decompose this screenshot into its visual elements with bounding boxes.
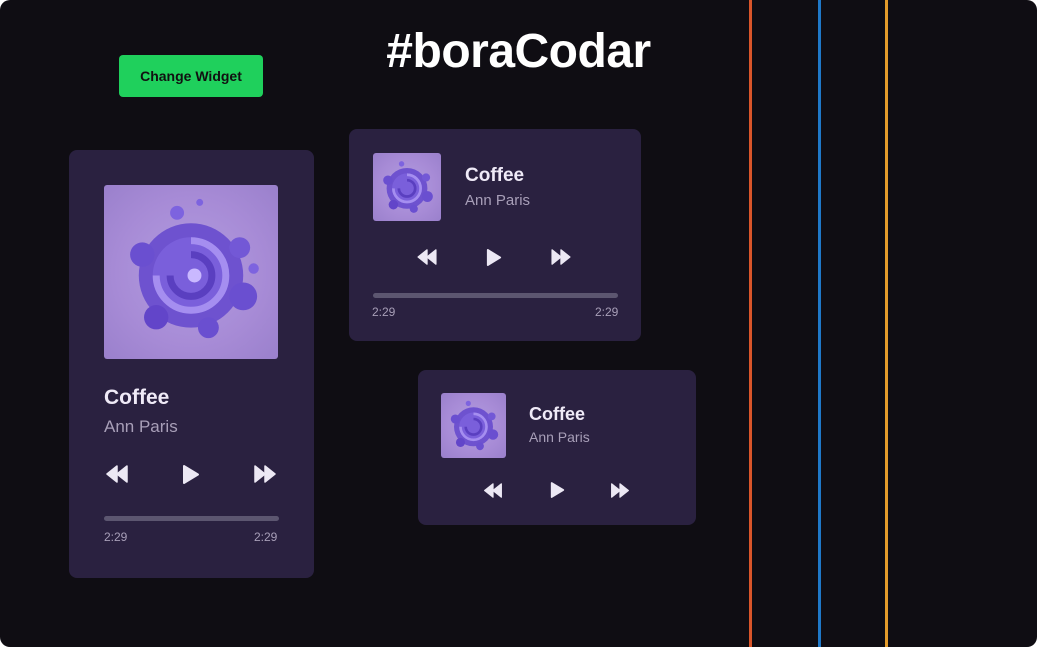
total-time: 2:29: [595, 305, 619, 319]
play-icon: [550, 482, 564, 498]
album-art-icon: [441, 393, 506, 458]
rewind-icon: [417, 249, 437, 265]
fast-forward-icon: [254, 465, 276, 483]
rewind-button[interactable]: [482, 480, 504, 500]
app-canvas: #boraCodar Change Widget Coffee Ann Pari…: [0, 0, 1037, 647]
decorative-line-red: [749, 0, 752, 647]
play-icon: [183, 464, 199, 484]
play-icon: [486, 248, 502, 266]
player-card-small: Coffee Ann Paris: [418, 370, 696, 525]
play-button[interactable]: [483, 246, 505, 268]
song-title: Coffee: [465, 165, 525, 186]
play-button[interactable]: [547, 480, 567, 500]
artist-name: Ann Paris: [465, 192, 531, 209]
current-time: 2:29: [372, 305, 396, 319]
progress-bar[interactable]: [104, 516, 279, 521]
fast-forward-button[interactable]: [609, 480, 631, 500]
change-widget-button[interactable]: Change Widget: [119, 55, 263, 97]
current-time: 2:29: [104, 530, 128, 544]
fast-forward-button[interactable]: [252, 462, 278, 486]
decorative-line-orange: [885, 0, 888, 647]
rewind-button[interactable]: [104, 462, 130, 486]
fast-forward-button[interactable]: [549, 246, 573, 268]
player-card-large: Coffee Ann Paris 2:29 2:29: [69, 150, 314, 578]
album-art-icon: [104, 185, 278, 359]
artist-name: Ann Paris: [529, 429, 590, 445]
progress-bar[interactable]: [373, 293, 618, 298]
album-art-icon: [373, 153, 441, 221]
play-button[interactable]: [179, 462, 203, 486]
rewind-icon: [484, 482, 502, 498]
song-title: Coffee: [104, 386, 170, 409]
fast-forward-icon: [551, 249, 571, 265]
decorative-line-blue: [818, 0, 821, 647]
player-card-medium: Coffee Ann Paris 2:29 2:29: [349, 129, 641, 341]
rewind-icon: [106, 465, 128, 483]
fast-forward-icon: [611, 482, 629, 498]
rewind-button[interactable]: [415, 246, 439, 268]
total-time: 2:29: [254, 530, 278, 544]
artist-name: Ann Paris: [104, 417, 178, 436]
song-title: Coffee: [529, 404, 586, 424]
